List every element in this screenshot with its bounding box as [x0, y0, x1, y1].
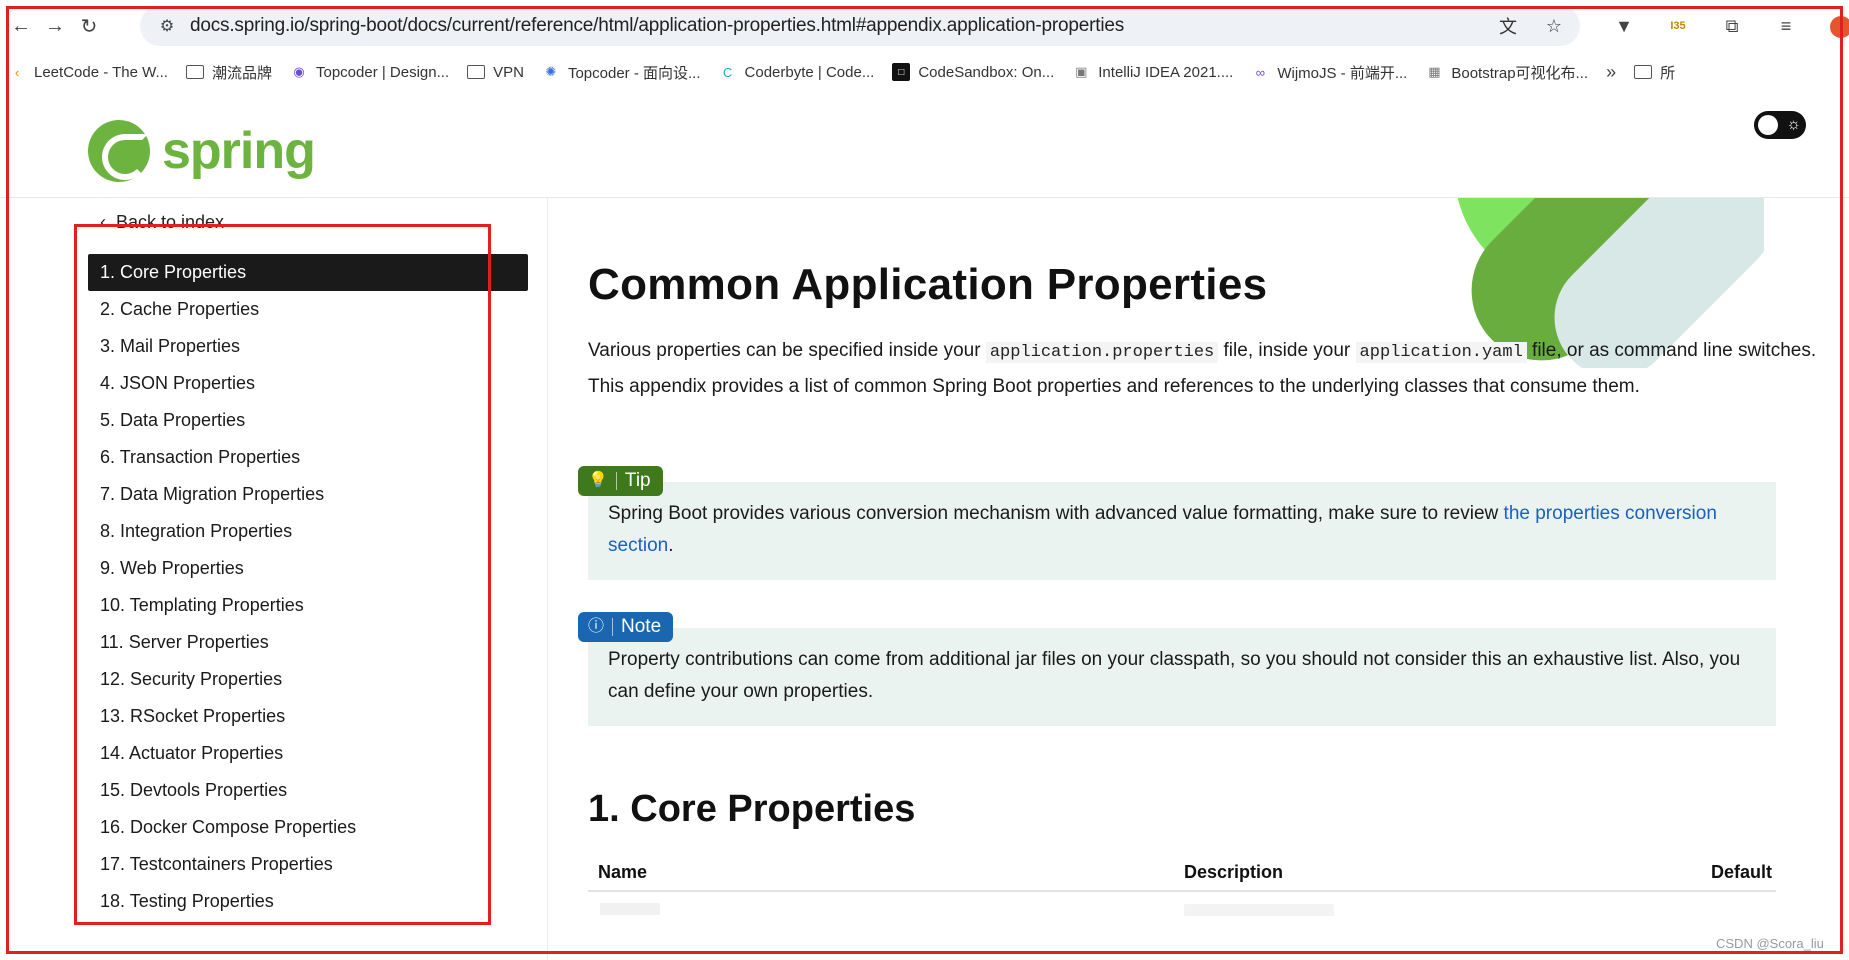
leetcode-icon: ‹	[14, 64, 20, 80]
code-application-yaml: application.yaml	[1355, 342, 1527, 363]
toc-item-web[interactable]: 9. Web Properties	[88, 550, 528, 587]
more-bookmarks-button[interactable]: »	[1606, 62, 1616, 83]
spring-logo[interactable]: spring	[88, 120, 316, 182]
profile-avatar[interactable]	[1830, 16, 1849, 38]
toc-item-data-migration[interactable]: 7. Data Migration Properties	[88, 476, 528, 513]
codesandbox-icon: □	[892, 63, 911, 81]
section-title-core: 1. Core Properties	[588, 788, 916, 830]
theme-toggle[interactable]: ☼	[1754, 111, 1806, 139]
toc-item-testcontainers[interactable]: 17. Testcontainers Properties	[88, 846, 528, 883]
bootstrap-icon: ▦	[1428, 64, 1441, 79]
toc-item-core[interactable]: 1. Core Properties	[88, 254, 528, 291]
lightbulb-icon: 💡	[588, 472, 608, 489]
toc-item-json[interactable]: 4. JSON Properties	[88, 365, 528, 402]
back-arrow-icon[interactable]: ←	[4, 9, 38, 43]
toc-item-security[interactable]: 12. Security Properties	[88, 661, 528, 698]
toc-item-devtools[interactable]: 15. Devtools Properties	[88, 772, 528, 809]
toc-item-templating[interactable]: 10. Templating Properties	[88, 587, 528, 624]
extension-badge-icon[interactable]: I35	[1666, 14, 1690, 38]
note-admonition: ⓘ Note Property contributions can come f…	[578, 612, 1776, 726]
folder-icon	[185, 65, 204, 79]
address-bar[interactable]: ⚙ docs.spring.io/spring-boot/docs/curren…	[140, 6, 1580, 46]
main-content: Common Application Properties Various pr…	[548, 198, 1849, 960]
table-row	[1184, 904, 1334, 916]
url-text[interactable]: docs.spring.io/spring-boot/docs/current/…	[190, 15, 1124, 37]
toc-item-rsocket[interactable]: 13. RSocket Properties	[88, 698, 528, 735]
toc-item-integration[interactable]: 8. Integration Properties	[88, 513, 528, 550]
reading-list-icon[interactable]: ≡	[1774, 14, 1798, 38]
properties-table-header: Name Description Default	[588, 856, 1776, 892]
tip-label: 💡 Tip	[578, 466, 663, 496]
tip-admonition: 💡 Tip Spring Boot provides various conve…	[578, 466, 1776, 580]
info-icon: ⓘ	[588, 618, 605, 635]
bookmark-topcoder[interactable]: ✺ Topcoder - 面向设...	[542, 62, 701, 83]
toc-item-actuator[interactable]: 14. Actuator Properties	[88, 735, 528, 772]
toc-item-data[interactable]: 5. Data Properties	[88, 402, 528, 439]
logo-text: spring	[162, 122, 316, 180]
extensions-puzzle-icon[interactable]: ⧉	[1720, 14, 1744, 38]
sun-icon: ☼	[1786, 116, 1801, 133]
coderbyte-icon: C	[722, 64, 733, 80]
bookmark-folder-all[interactable]: 所	[1634, 62, 1675, 83]
chevron-left-icon: ‹	[100, 212, 106, 232]
docs-page: spring ☼ ‹ Back to index 1. Core Propert…	[0, 92, 1849, 960]
toc-item-cache[interactable]: 2. Cache Properties	[88, 291, 528, 328]
site-header: spring ☼	[0, 92, 1849, 198]
bookmark-codesandbox[interactable]: □ CodeSandbox: On...	[892, 63, 1054, 81]
page-title: Common Application Properties	[588, 260, 1268, 309]
toc-item-mail[interactable]: 3. Mail Properties	[88, 328, 528, 365]
toc-list: 1. Core Properties 2. Cache Properties 3…	[88, 254, 528, 920]
intellij-icon: ▣	[1075, 64, 1088, 79]
back-to-index-link[interactable]: ‹ Back to index	[100, 212, 224, 233]
bookmark-leetcode[interactable]: ‹ LeetCode - The W...	[8, 63, 168, 81]
topcoder-icon: ◉	[293, 64, 305, 79]
forward-arrow-icon[interactable]: →	[38, 9, 72, 43]
bookmark-topcoder-design[interactable]: ◉ Topcoder | Design...	[290, 63, 449, 81]
code-application-properties: application.properties	[985, 342, 1219, 363]
bookmark-coderbyte[interactable]: C Coderbyte | Code...	[719, 63, 875, 81]
bookmark-folder-vpn[interactable]: VPN	[467, 64, 524, 81]
bookmark-star-icon[interactable]: ☆	[1542, 14, 1566, 38]
toc-item-server[interactable]: 11. Server Properties	[88, 624, 528, 661]
toc-item-testing[interactable]: 18. Testing Properties	[88, 883, 528, 920]
column-default: Default	[1710, 862, 1772, 882]
topcoder-icon: ✺	[545, 64, 557, 79]
column-name: Name	[598, 862, 648, 882]
intro-paragraph: Various properties can be specified insi…	[588, 340, 1817, 397]
toc-item-transaction[interactable]: 6. Transaction Properties	[88, 439, 528, 476]
translate-icon[interactable]: 文	[1496, 14, 1520, 38]
toggle-knob	[1758, 115, 1778, 135]
reload-icon[interactable]: ↻	[72, 9, 106, 43]
wijmo-icon: ∞	[1255, 64, 1265, 80]
column-description: Description	[1184, 862, 1284, 882]
bookmarks-bar: ‹ LeetCode - The W... 潮流品牌 ◉ Topcoder | De…	[0, 52, 1849, 92]
bookmark-intellij[interactable]: ▣ IntelliJ IDEA 2021....	[1072, 63, 1233, 81]
browser-toolbar: ← → ↻ ⚙ docs.spring.io/spring-boot/docs/…	[0, 0, 1849, 52]
folder-icon	[1634, 65, 1653, 79]
table-row	[600, 903, 660, 915]
note-label: ⓘ Note	[578, 612, 674, 642]
site-settings-icon[interactable]: ⚙	[156, 15, 178, 37]
watermark: CSDN @Scora_liu	[1716, 936, 1824, 951]
bookmark-folder-trend[interactable]: 潮流品牌	[185, 62, 272, 83]
folder-icon	[467, 65, 486, 79]
bookmark-bootstrap[interactable]: ▦ Bootstrap可视化布...	[1425, 62, 1588, 83]
toc-sidebar: ‹ Back to index 1. Core Properties 2. Ca…	[0, 198, 548, 960]
bookmark-wijmo[interactable]: ∞ WijmoJS - 前端开...	[1251, 62, 1408, 83]
vue-devtools-icon[interactable]: ▼	[1612, 14, 1636, 38]
spring-leaf-icon	[88, 120, 150, 182]
toc-item-docker-compose[interactable]: 16. Docker Compose Properties	[88, 809, 528, 846]
